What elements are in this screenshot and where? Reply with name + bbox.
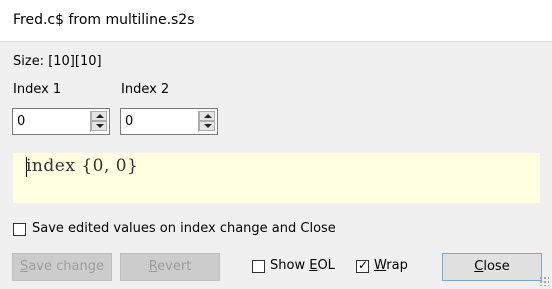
size-label: Size: [10][10] [13, 54, 102, 69]
show-eol-label-pre: Show [270, 258, 310, 273]
arrow-down-icon [204, 124, 212, 128]
value-editor-text[interactable]: index {0, 0} [26, 156, 138, 176]
value-editor[interactable]: index {0, 0} [13, 153, 540, 203]
window-title: Fred.c$ from multiline.s2s [13, 12, 195, 28]
index1-spin-buttons[interactable] [90, 111, 107, 132]
index1-decrement-button[interactable] [91, 121, 107, 131]
index2-label: Index 2 [121, 82, 170, 97]
wrap-mnemonic: W [374, 258, 387, 273]
revert-mnemonic: R [148, 259, 158, 274]
show-eol-label-rest: OL [317, 258, 335, 273]
show-eol-label[interactable]: Show EOL [270, 258, 335, 273]
wrap-checkbox[interactable]: ✓ [356, 258, 369, 273]
index1-label: Index 1 [13, 82, 62, 97]
index1-value[interactable]: 0 [17, 114, 25, 129]
save-on-change-label[interactable]: Save edited values on index change and C… [32, 221, 336, 236]
wrap-label[interactable]: Wrap [374, 258, 408, 273]
index2-decrement-button[interactable] [199, 121, 215, 131]
close-label-rest: lose [483, 259, 510, 274]
revert-label-rest: evert [157, 259, 192, 274]
index2-spin-buttons[interactable] [198, 111, 215, 132]
close-mnemonic: C [474, 259, 484, 274]
save-change-label-rest: ave change [28, 259, 104, 274]
save-change-button[interactable]: Save change [12, 253, 112, 281]
wrap-label-rest: rap [386, 258, 408, 273]
save-on-change-checkbox[interactable] [13, 223, 26, 236]
show-eol-checkbox[interactable] [252, 260, 265, 273]
revert-button[interactable]: Revert [120, 253, 220, 281]
index2-value[interactable]: 0 [125, 114, 133, 129]
index2-increment-button[interactable] [199, 111, 215, 121]
close-button[interactable]: Close [442, 253, 542, 281]
title-bar: Fred.c$ from multiline.s2s [0, 0, 552, 42]
arrow-down-icon [96, 124, 104, 128]
index1-spinner[interactable]: 0 [12, 108, 110, 135]
arrow-up-icon [204, 114, 212, 118]
index2-spinner[interactable]: 0 [120, 108, 218, 135]
checkmark-icon: ✓ [358, 258, 369, 272]
index1-increment-button[interactable] [91, 111, 107, 121]
arrow-up-icon [96, 114, 104, 118]
resize-grip[interactable] [539, 276, 549, 286]
